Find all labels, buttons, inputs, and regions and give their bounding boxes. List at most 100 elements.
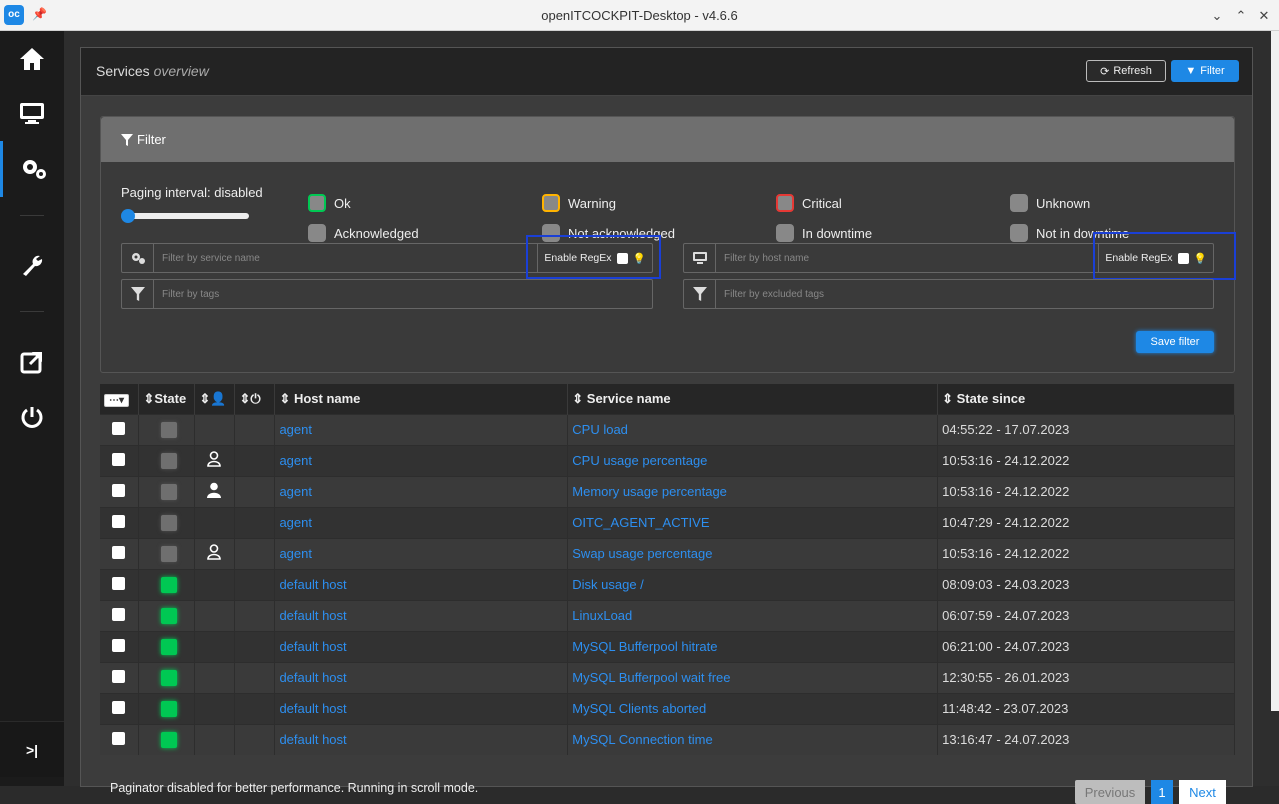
external-link-icon[interactable] [0,334,64,390]
service-link[interactable]: Disk usage / [572,577,644,592]
monitor-icon [684,244,716,272]
state-since: 10:53:16 - 24.12.2022 [942,484,1070,499]
previous-page-button[interactable]: Previous [1075,780,1145,804]
sort-state-header[interactable]: ⇕State [138,384,196,414]
sort-downtime-header[interactable]: ⇕⏻ [234,384,276,414]
acknowledged-cell [194,537,236,569]
state-checkbox-in-downtime[interactable]: In downtime [776,224,872,242]
service-link[interactable]: MySQL Bufferpool hitrate [572,639,717,654]
host-link[interactable]: default host [279,608,346,623]
host-link[interactable]: agent [279,422,312,437]
power-icon[interactable] [0,389,64,445]
window-titlebar: oc 📌 openITCOCKPIT-Desktop - v4.6.6 ⌄ ⌃ … [0,0,1279,31]
row-checkbox[interactable] [112,514,125,528]
row-checkbox[interactable] [112,607,125,621]
row-checkbox[interactable] [112,731,125,745]
service-link[interactable]: LinuxLoad [572,608,632,623]
service-link[interactable]: MySQL Clients aborted [572,701,706,716]
power-icon: ⏻ [250,390,261,406]
state-checkbox-warning[interactable]: Warning [542,194,616,212]
checkbox[interactable] [308,194,326,212]
refresh-button[interactable]: ⟳ Refresh [1086,60,1166,82]
scrollbar[interactable] [1271,31,1279,711]
excluded-tags-filter-group: Filter by excluded tags [683,279,1214,309]
host-name-input[interactable]: Filter by host name [716,244,1098,272]
service-link[interactable]: CPU usage percentage [572,453,707,468]
host-link[interactable]: default host [279,577,346,592]
row-checkbox-cell [100,599,140,631]
save-filter-button[interactable]: Save filter [1136,331,1214,353]
host-link[interactable]: default host [279,701,346,716]
state-since: 12:30:55 - 26.01.2023 [942,670,1070,685]
checkbox[interactable] [1010,224,1028,242]
row-checkbox-cell [100,568,140,600]
maximize-icon[interactable]: ⌃ [1231,6,1251,26]
row-checkbox[interactable] [112,452,125,466]
table-row: default host MySQL Bufferpool wait free 12… [100,661,1235,693]
state-cell [138,630,196,662]
service-link[interactable]: Memory usage percentage [572,484,727,499]
acknowledged-cell [194,475,236,507]
checkbox[interactable] [776,194,794,212]
state-since-cell: 04:55:22 - 17.07.2023 [937,413,1235,445]
service-link[interactable]: MySQL Bufferpool wait free [572,670,730,685]
host-link[interactable]: agent [279,453,312,468]
sort-service-header[interactable]: ⇕ Service name [567,384,939,414]
acknowledged-cell [194,506,236,538]
host-link[interactable]: default host [279,639,346,654]
service-cell: LinuxLoad [567,599,939,631]
checkbox[interactable] [776,224,794,242]
sort-since-header[interactable]: ⇕ State since [937,384,1235,414]
service-link[interactable]: Swap usage percentage [572,546,712,561]
row-checkbox[interactable] [112,483,125,497]
checkbox[interactable] [308,224,326,242]
next-page-button[interactable]: Next [1179,780,1226,804]
excluded-tags-input[interactable]: Filter by excluded tags [716,280,1213,308]
checkbox[interactable] [542,194,560,212]
row-checkbox[interactable] [112,700,125,714]
host-link[interactable]: default host [279,732,346,747]
host-cell: agent [274,537,569,569]
sort-acknowledged-header[interactable]: ⇕👤 [194,384,236,414]
paging-interval-slider[interactable] [121,209,249,223]
host-link[interactable]: agent [279,484,312,499]
table-row: agent CPU load 04:55:22 - 17.07.2023 [100,413,1235,445]
row-checkbox[interactable] [112,545,125,559]
host-link[interactable]: agent [279,515,312,530]
row-checkbox[interactable] [112,421,125,435]
state-checkbox-critical[interactable]: Critical [776,194,842,212]
tags-input[interactable]: Filter by tags [154,280,652,308]
host-link[interactable]: default host [279,670,346,685]
state-indicator [161,483,178,500]
close-icon[interactable]: ✕ [1254,6,1274,26]
host-link[interactable]: agent [279,546,312,561]
row-checkbox[interactable] [112,669,125,683]
minimize-icon[interactable]: ⌄ [1207,6,1227,26]
service-link[interactable]: MySQL Connection time [572,732,712,747]
monitor-icon[interactable] [0,85,64,141]
service-link[interactable]: OITC_AGENT_ACTIVE [572,515,709,530]
gears-icon[interactable] [0,141,64,197]
downtime-cell [234,413,276,445]
row-checkbox-cell [100,537,140,569]
slider-knob[interactable] [121,209,135,223]
collapse-sidebar-icon[interactable]: >| [0,721,64,777]
service-link[interactable]: CPU load [572,422,628,437]
home-icon[interactable] [0,31,64,87]
sort-host-header[interactable]: ⇕ Host name [274,384,569,414]
bulk-actions-dropdown[interactable]: ⋯▾ [100,384,140,414]
service-name-input[interactable]: Filter by service name [154,244,537,272]
user-icon [207,451,222,470]
checkbox[interactable] [1010,194,1028,212]
service-cell: OITC_AGENT_ACTIVE [567,506,939,538]
state-checkbox-acknowledged[interactable]: Acknowledged [308,224,419,242]
wrench-icon[interactable] [0,237,64,293]
page-1-button[interactable]: 1 [1151,780,1173,804]
state-checkbox-unknown[interactable]: Unknown [1010,194,1090,212]
user-icon: 👤 [210,390,227,406]
state-checkbox-ok[interactable]: Ok [308,194,351,212]
row-checkbox[interactable] [112,576,125,590]
row-checkbox-cell [100,630,140,662]
row-checkbox[interactable] [112,638,125,652]
filter-button[interactable]: ▼ Filter [1171,60,1239,82]
